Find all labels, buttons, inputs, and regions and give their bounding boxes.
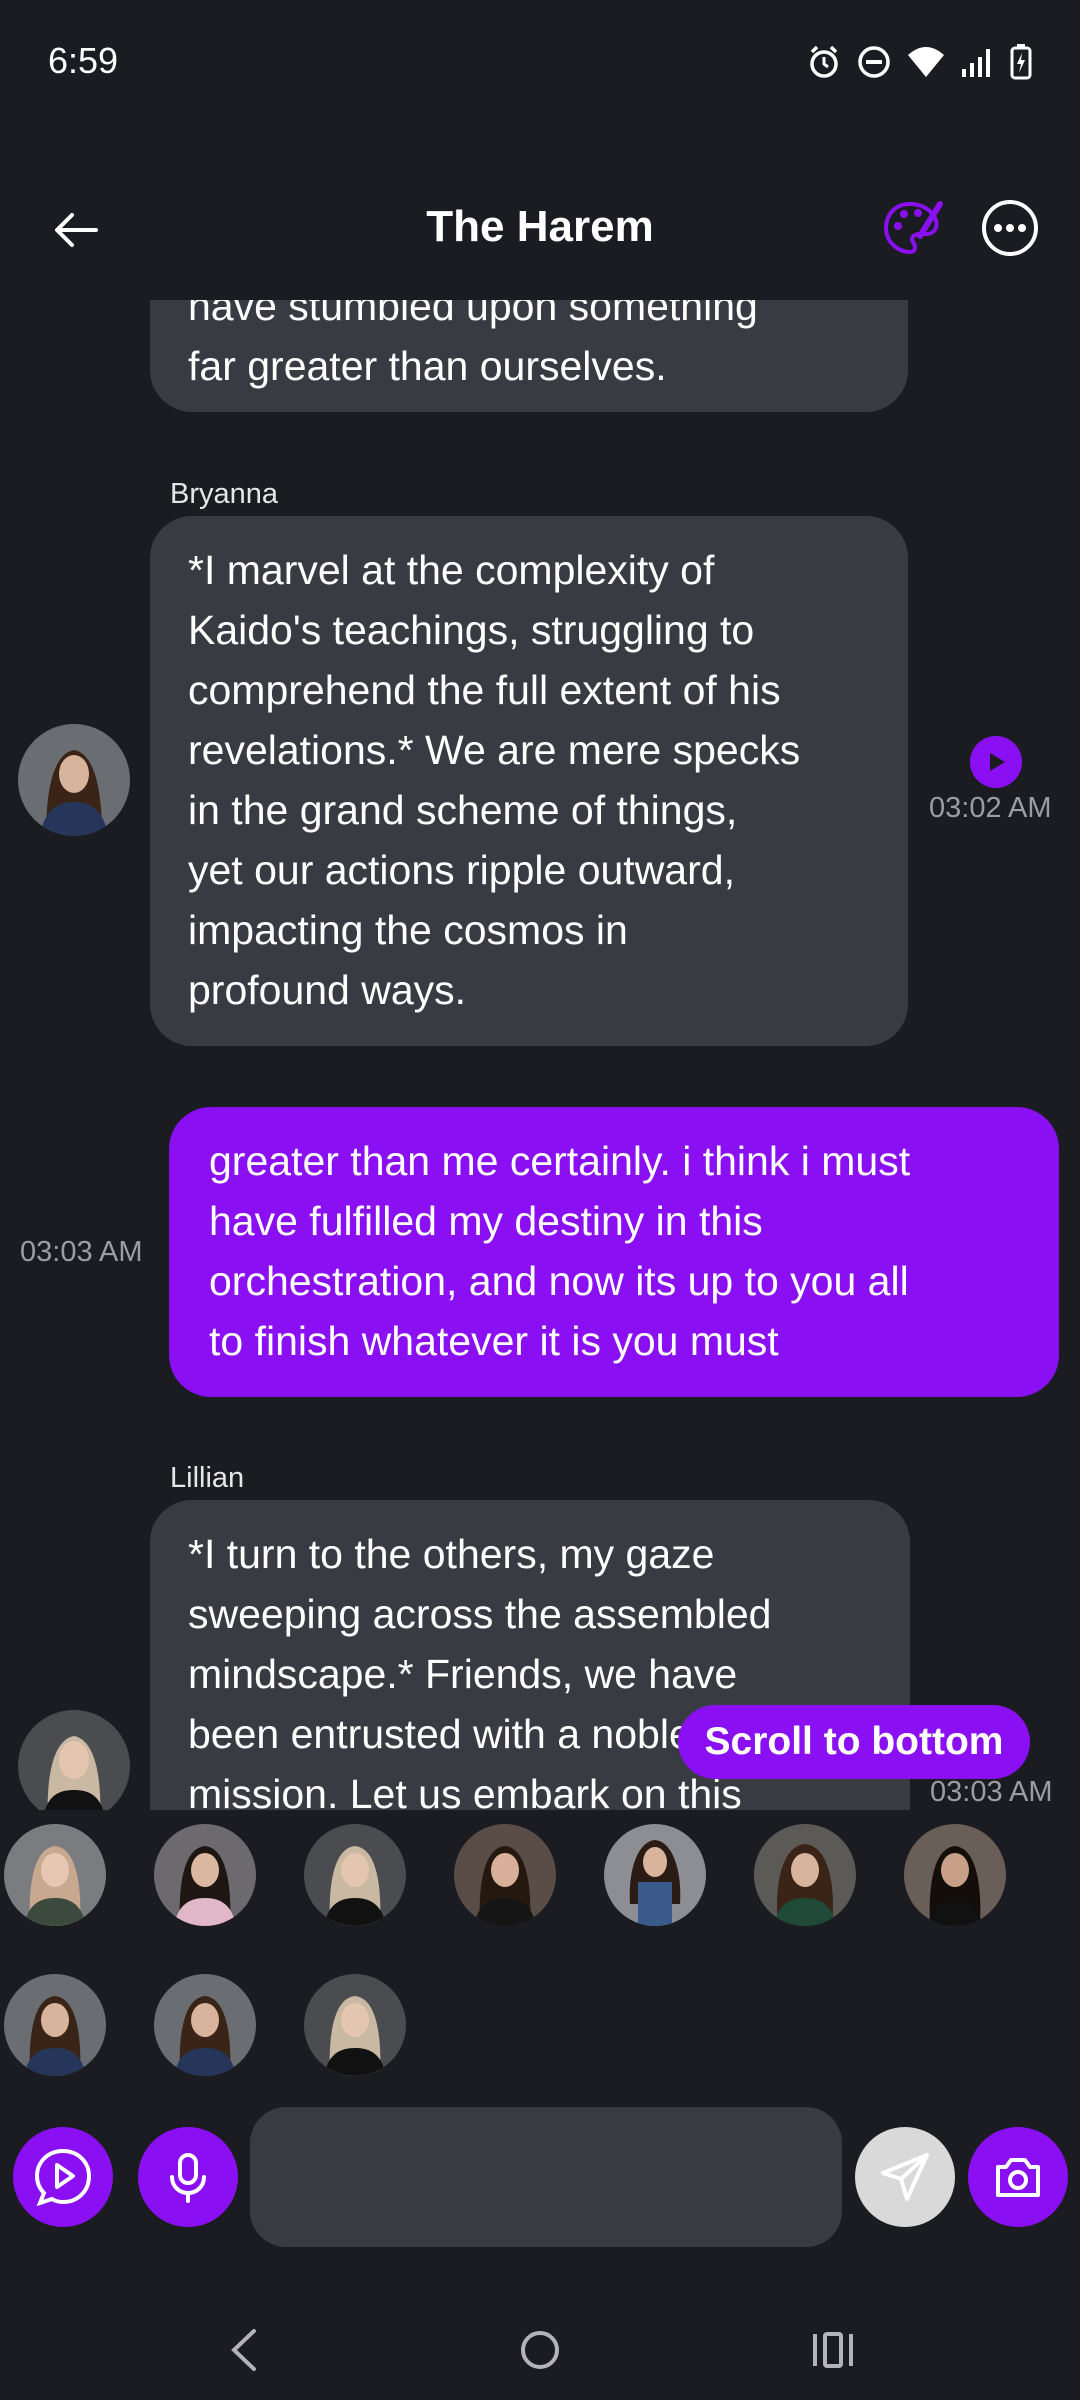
nav-home-button[interactable]: [500, 2310, 580, 2390]
message-time: 03:02 AM: [929, 792, 1052, 824]
character-avatar[interactable]: [754, 1824, 856, 1926]
character-avatars-row: [0, 1974, 1080, 2084]
microphone-icon: [170, 2153, 206, 2203]
nav-recents-icon: [813, 2332, 853, 2368]
avatar[interactable]: [18, 724, 130, 836]
character-avatar[interactable]: [304, 1974, 406, 2076]
more-icon: [982, 200, 1038, 256]
character-avatar[interactable]: [4, 1974, 106, 2076]
character-avatar[interactable]: [454, 1824, 556, 1926]
message-time: 03:03 AM: [20, 1236, 143, 1268]
character-avatar[interactable]: [154, 1974, 256, 2076]
character-avatar[interactable]: [4, 1824, 106, 1926]
status-bar: 6:59: [0, 0, 1080, 120]
avatar[interactable]: [18, 1710, 130, 1810]
voice-call-button[interactable]: [13, 2127, 113, 2227]
nav-back-button[interactable]: [204, 2310, 284, 2390]
alarm-icon: [806, 44, 842, 80]
theme-button[interactable]: [880, 196, 944, 260]
microphone-button[interactable]: [138, 2127, 238, 2227]
message-text: *I marvel at the complexity of Kaido's t…: [188, 547, 801, 1013]
message-input-bar: [0, 2100, 1080, 2260]
wifi-icon: [906, 45, 946, 79]
app-header: The Harem: [0, 180, 1080, 280]
status-icons: [806, 42, 1032, 82]
status-time: 6:59: [48, 40, 119, 81]
character-avatar[interactable]: [154, 1824, 256, 1926]
nav-home-icon: [521, 2331, 559, 2369]
sender-name: Lillian: [170, 1462, 245, 1494]
character-avatars-row: [0, 1824, 1080, 1934]
message-bubble[interactable]: *I marvel at the complexity of Kaido's t…: [150, 516, 908, 1046]
message-text: have stumbled upon something far greater…: [188, 300, 758, 389]
character-avatar[interactable]: [904, 1824, 1006, 1926]
camera-button[interactable]: [968, 2127, 1068, 2227]
play-audio-button[interactable]: [970, 736, 1022, 788]
message-text: greater than me certainly. i think i mus…: [209, 1138, 911, 1364]
sender-name: Bryanna: [170, 478, 279, 510]
scroll-to-bottom-button[interactable]: Scroll to bottom: [678, 1705, 1030, 1779]
message-time: 03:03 AM: [930, 1776, 1053, 1808]
send-button[interactable]: [855, 2127, 955, 2227]
nav-recents-button[interactable]: [793, 2310, 873, 2390]
camera-icon: [996, 2158, 1040, 2197]
chat-play-icon: [34, 2148, 92, 2207]
character-avatar[interactable]: [604, 1824, 706, 1926]
send-icon: [881, 2153, 929, 2201]
play-icon: [990, 753, 1005, 771]
more-options-button[interactable]: [978, 196, 1042, 260]
nav-back-icon: [231, 2329, 256, 2371]
palette-icon: [883, 201, 943, 255]
chat-messages[interactable]: have stumbled upon something far greater…: [0, 300, 1080, 1810]
dnd-icon: [856, 44, 892, 80]
battery-icon: [1010, 44, 1032, 80]
message-bubble[interactable]: have stumbled upon something far greater…: [150, 300, 908, 412]
character-avatar[interactable]: [304, 1824, 406, 1926]
message-bubble[interactable]: greater than me certainly. i think i mus…: [169, 1107, 1059, 1397]
message-input[interactable]: [250, 2107, 842, 2247]
signal-icon: [960, 45, 996, 79]
system-nav-bar: [0, 2290, 1080, 2400]
